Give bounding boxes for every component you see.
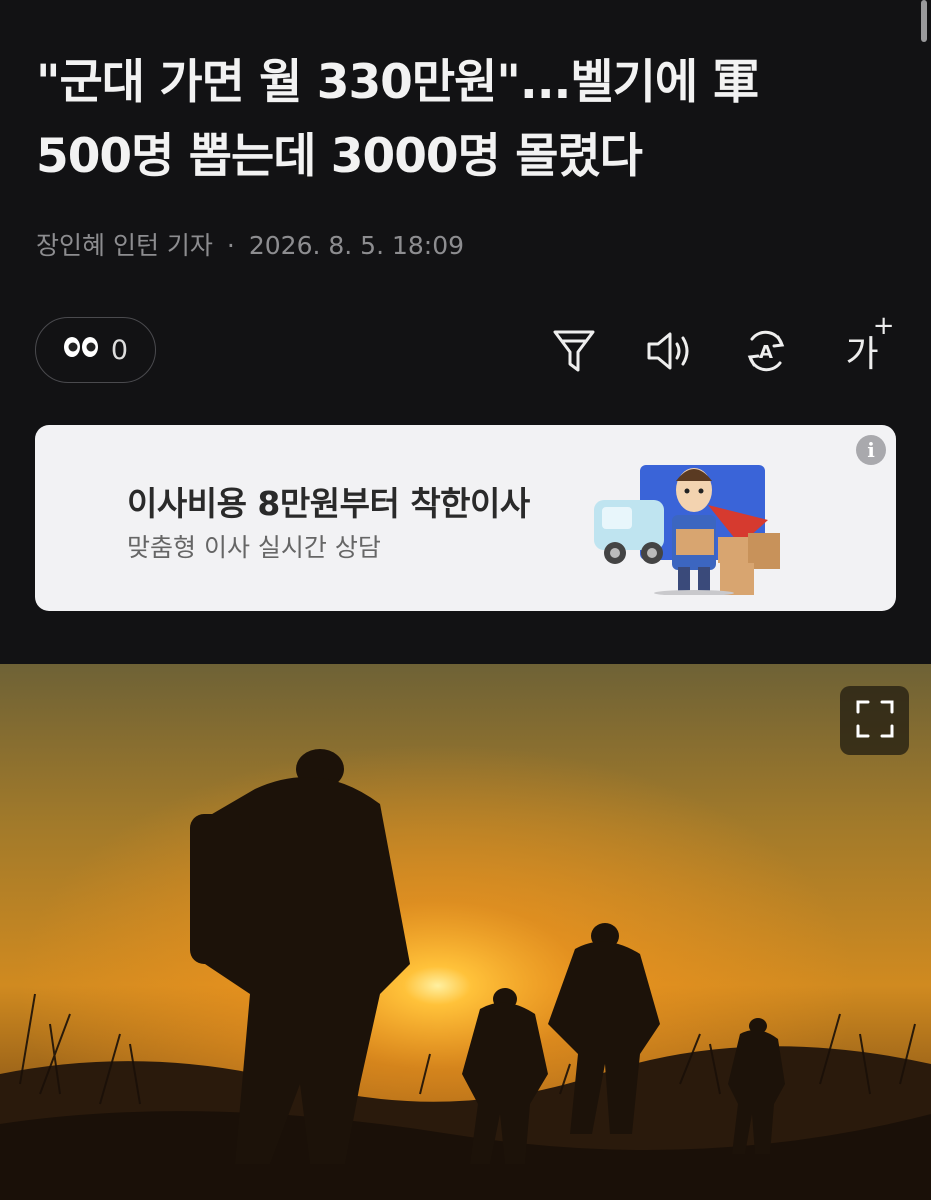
scrollbar[interactable] — [921, 0, 927, 42]
translate-button[interactable]: A — [737, 322, 795, 380]
expand-photo-button[interactable] — [840, 686, 909, 755]
expand-icon — [856, 700, 894, 742]
ad-banner[interactable]: 이사비용 8만원부터 착한이사 맞춤형 이사 실시간 상담 i — [35, 425, 896, 611]
article-photo[interactable] — [0, 664, 931, 1200]
ad-moving-illustration — [590, 445, 790, 599]
publish-datetime: 2026. 8. 5. 18:09 — [248, 231, 465, 260]
byline-separator: · — [226, 231, 235, 260]
reaction-count: 0 — [110, 334, 129, 366]
filter-icon — [552, 328, 596, 374]
ad-subtitle: 맞춤형 이사 실시간 상담 — [127, 533, 381, 562]
ad-title: 이사비용 8만원부터 착한이사 — [127, 484, 530, 523]
article-title-line-2: 500명 뽑는데 3000명 몰렸다 — [36, 129, 643, 184]
article-title-line-1: "군대 가면 월 330만원"...벨기에 軍 — [36, 55, 759, 110]
listen-button[interactable] — [641, 322, 699, 380]
speaker-icon — [645, 329, 695, 373]
font-size-icon: 가 + — [845, 311, 894, 377]
author-name: 장인혜 인턴 기자 — [36, 231, 213, 260]
reaction-button[interactable]: 0 — [35, 317, 156, 383]
byline: 장인혜 인턴 기자 · 2026. 8. 5. 18:09 — [36, 226, 464, 262]
font-size-button[interactable]: 가 + — [833, 311, 894, 380]
font-size-plus: + — [872, 311, 895, 341]
translate-icon: A — [742, 327, 790, 375]
filter-button[interactable] — [545, 322, 603, 380]
ad-info-icon[interactable]: i — [856, 435, 886, 465]
eyes-icon — [63, 334, 99, 367]
svg-text:A: A — [759, 342, 773, 363]
article-title: "군대 가면 월 330만원"...벨기에 軍 500명 뽑는데 3000명 몰… — [36, 46, 876, 194]
